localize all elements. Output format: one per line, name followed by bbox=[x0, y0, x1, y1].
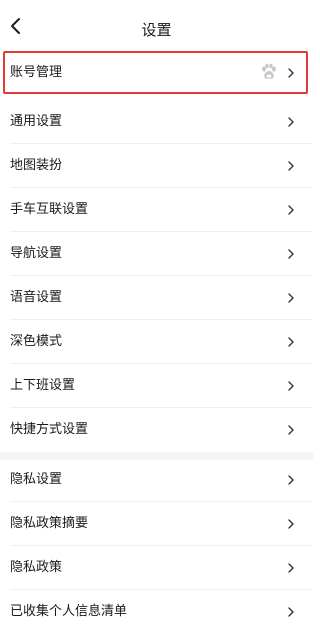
privacy-item[interactable]: 隐私政策摘要 bbox=[0, 502, 313, 546]
settings-item-label: 快捷方式设置 bbox=[10, 422, 89, 437]
privacy-item-label: 已收集个人信息清单 bbox=[10, 604, 128, 619]
chevron-right-icon bbox=[288, 161, 294, 171]
account-management-label: 账号管理 bbox=[10, 65, 63, 80]
settings-item-label: 通用设置 bbox=[10, 114, 63, 129]
settings-item[interactable]: 快捷方式设置 bbox=[0, 408, 313, 452]
privacy-item-label: 隐私政策 bbox=[10, 560, 63, 575]
chevron-right-icon bbox=[288, 381, 294, 391]
header: 设置 bbox=[0, 0, 313, 50]
settings-item[interactable]: 手车互联设置 bbox=[0, 188, 313, 232]
chevron-right-icon bbox=[288, 563, 294, 573]
privacy-item[interactable]: 已收集个人信息清单 bbox=[0, 590, 313, 634]
privacy-item-label: 隐私政策摘要 bbox=[10, 516, 89, 531]
settings-item[interactable]: 导航设置 bbox=[0, 232, 313, 276]
chevron-right-icon bbox=[288, 425, 294, 435]
chevron-right-icon bbox=[288, 519, 294, 529]
page-title: 设置 bbox=[141, 21, 172, 39]
privacy-item-label: 隐私设置 bbox=[10, 472, 63, 487]
settings-item-label: 深色模式 bbox=[10, 334, 63, 349]
settings-item-label: 地图装扮 bbox=[10, 158, 63, 173]
privacy-item[interactable]: 隐私设置 bbox=[0, 458, 313, 502]
chevron-right-icon bbox=[288, 475, 294, 485]
settings-item[interactable]: 通用设置 bbox=[0, 100, 313, 144]
settings-item-label: 导航设置 bbox=[10, 246, 63, 261]
chevron-right-icon bbox=[288, 293, 294, 303]
settings-item-label: 手车互联设置 bbox=[10, 202, 89, 217]
chevron-right-icon bbox=[288, 337, 294, 347]
settings-item[interactable]: 地图装扮 bbox=[0, 144, 313, 188]
settings-item[interactable]: 上下班设置 bbox=[0, 364, 313, 408]
chevron-right-icon bbox=[288, 68, 294, 78]
privacy-item[interactable]: 隐私政策 bbox=[0, 546, 313, 590]
chevron-right-icon bbox=[288, 249, 294, 259]
chevron-right-icon bbox=[288, 607, 294, 617]
settings-item[interactable]: 深色模式 bbox=[0, 320, 313, 364]
settings-item-label: 语音设置 bbox=[10, 290, 63, 305]
settings-item[interactable]: 语音设置 bbox=[0, 276, 313, 320]
settings-item-label: 上下班设置 bbox=[10, 378, 76, 393]
baidu-paw-icon bbox=[262, 63, 276, 79]
chevron-right-icon bbox=[288, 117, 294, 127]
chevron-right-icon bbox=[288, 205, 294, 215]
account-management-row[interactable]: 账号管理 bbox=[0, 51, 313, 95]
